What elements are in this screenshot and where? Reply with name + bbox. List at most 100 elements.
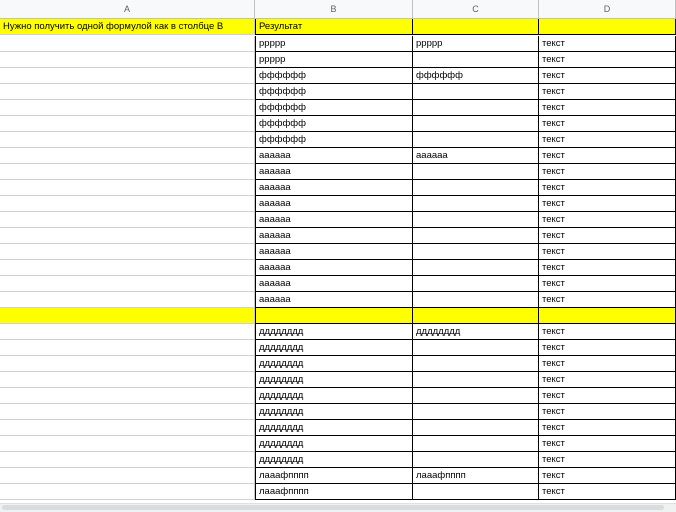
cell-c[interactable] [413,404,539,420]
cell-d[interactable]: текст [539,244,676,260]
cell-c[interactable]: лааафпппп [413,468,539,484]
cell-a[interactable] [0,404,255,420]
cell-d[interactable]: текст [539,404,676,420]
cell-d[interactable]: текст [539,164,676,180]
cell-b[interactable]: аааааа [255,164,413,180]
cell-a[interactable] [0,420,255,436]
cell-a[interactable] [0,468,255,484]
cell-d[interactable]: текст [539,212,676,228]
column-header-a[interactable]: A [0,0,255,18]
cell-b[interactable]: ррррр [255,36,413,52]
cell-b[interactable]: Результат [255,19,413,35]
cell-b[interactable]: аааааа [255,212,413,228]
cell-b[interactable]: дддддддд [255,340,413,356]
cell-d[interactable]: текст [539,292,676,308]
cell-b[interactable]: дддддддд [255,404,413,420]
scrollbar-thumb[interactable] [2,505,664,510]
cell-d[interactable]: текст [539,372,676,388]
cell-d[interactable]: текст [539,68,676,84]
cell-b[interactable]: лааафпппп [255,484,413,500]
cell-b[interactable]: фффффф [255,68,413,84]
cell-a[interactable] [0,196,255,212]
cell-b[interactable]: фффффф [255,84,413,100]
cell-c[interactable] [413,484,539,500]
cell-a[interactable] [0,36,255,52]
cell-b[interactable]: ррррр [255,52,413,68]
cell-a[interactable] [0,388,255,404]
column-header-b[interactable]: B [255,0,413,18]
cell-b[interactable]: фффффф [255,132,413,148]
cell-b[interactable]: аааааа [255,276,413,292]
cell-d[interactable]: текст [539,36,676,52]
cell-a[interactable] [0,276,255,292]
cell-d[interactable]: текст [539,276,676,292]
cell-a[interactable] [0,308,255,324]
cell-c[interactable] [413,132,539,148]
cell-b[interactable]: дддддддд [255,356,413,372]
cell-b[interactable]: дддддддд [255,388,413,404]
cell-c[interactable] [413,212,539,228]
cell-d[interactable]: текст [539,132,676,148]
cell-c[interactable]: ррррр [413,36,539,52]
cell-a[interactable] [0,244,255,260]
cell-c[interactable] [413,116,539,132]
cell-c[interactable] [413,52,539,68]
cell-b[interactable]: аааааа [255,244,413,260]
cell-c[interactable] [413,436,539,452]
cell-d[interactable]: текст [539,468,676,484]
cell-a[interactable] [0,260,255,276]
cell-b[interactable]: дддддддд [255,452,413,468]
cell-d[interactable]: текст [539,420,676,436]
cell-c[interactable] [413,372,539,388]
cell-c[interactable] [413,180,539,196]
cell-b[interactable]: аааааа [255,260,413,276]
cell-c[interactable]: фффффф [413,68,539,84]
cell-c[interactable] [413,100,539,116]
cell-b[interactable]: аааааа [255,292,413,308]
cell-a[interactable] [0,324,255,340]
cell-d[interactable]: текст [539,84,676,100]
cell-c[interactable] [413,228,539,244]
cell-a[interactable] [0,212,255,228]
cell-c[interactable] [413,388,539,404]
cell-a[interactable] [0,52,255,68]
cell-c[interactable] [413,84,539,100]
cell-d[interactable]: текст [539,148,676,164]
cell-d[interactable]: текст [539,324,676,340]
cell-c[interactable] [413,292,539,308]
cell-d[interactable]: текст [539,196,676,212]
cell-d[interactable]: текст [539,356,676,372]
cell-b[interactable]: аааааа [255,180,413,196]
cell-d[interactable]: текст [539,436,676,452]
cell-a[interactable] [0,356,255,372]
cell-b[interactable]: дддддддд [255,372,413,388]
cell-a[interactable] [0,484,255,500]
cell-d[interactable]: текст [539,260,676,276]
cell-c[interactable] [413,420,539,436]
cell-a[interactable] [0,68,255,84]
cell-b[interactable]: аааааа [255,228,413,244]
cell-c[interactable] [413,340,539,356]
cell-c[interactable] [413,196,539,212]
cell-c[interactable]: аааааа [413,148,539,164]
cell-a[interactable] [0,116,255,132]
cell-c[interactable]: дддддддд [413,324,539,340]
cell-b[interactable]: фффффф [255,116,413,132]
cell-a[interactable] [0,132,255,148]
cell-d[interactable]: текст [539,484,676,500]
cell-d[interactable] [539,308,676,324]
cell-c[interactable] [413,308,539,324]
cell-a[interactable] [0,436,255,452]
cell-a[interactable] [0,84,255,100]
cell-d[interactable]: текст [539,452,676,468]
cell-a[interactable] [0,148,255,164]
cell-b[interactable]: аааааа [255,148,413,164]
cell-b[interactable]: фффффф [255,100,413,116]
cell-c[interactable] [413,244,539,260]
column-header-d[interactable]: D [539,0,676,18]
cell-b[interactable] [255,308,413,324]
cell-a[interactable] [0,452,255,468]
cell-c[interactable] [413,164,539,180]
cell-b[interactable]: лааафпппп [255,468,413,484]
cell-d[interactable]: текст [539,228,676,244]
